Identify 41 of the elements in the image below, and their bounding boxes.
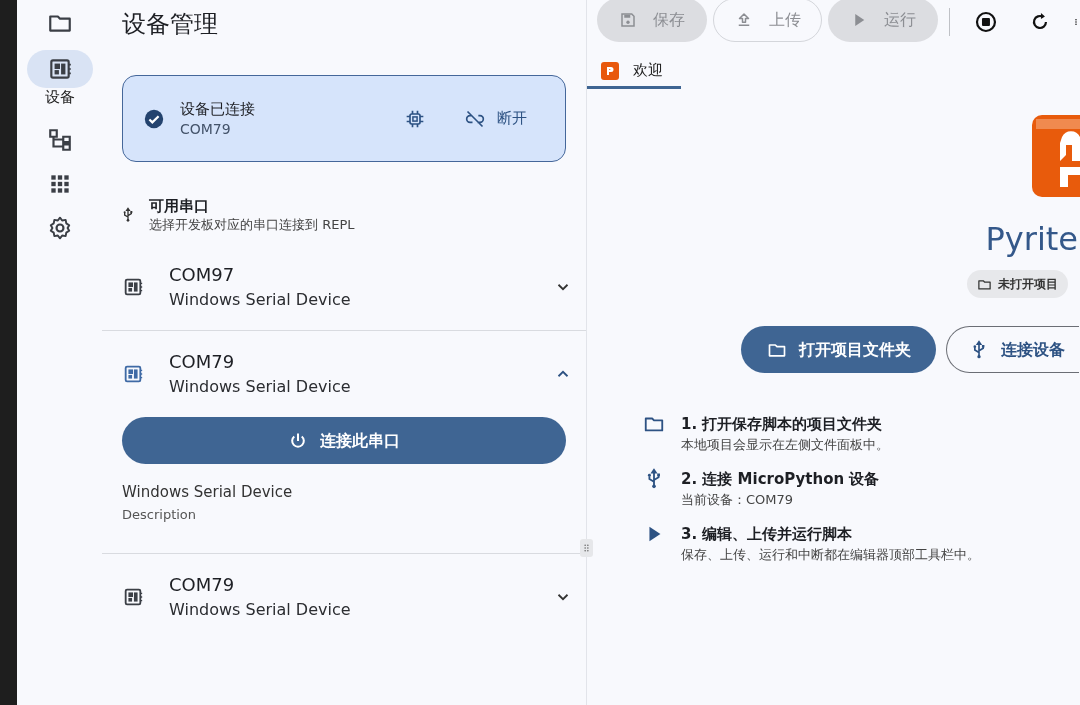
panel-title: 设备管理: [122, 9, 219, 40]
port-row[interactable]: COM79 Windows Serial Device: [102, 554, 586, 640]
port-row[interactable]: COM79 Windows Serial Device: [102, 331, 586, 417]
port-name: COM97: [169, 262, 236, 287]
step-text: 当前设备：COM79: [681, 491, 795, 509]
step-title: 3. 编辑、上传并运行脚本: [681, 524, 854, 545]
step-title: 1. 打开保存脚本的项目文件夹: [681, 414, 884, 435]
chip-board-icon: [122, 276, 144, 298]
check-circle-icon: [143, 107, 165, 130]
editor-tab[interactable]: 欢迎: [587, 55, 681, 89]
status-title: 设备已连接: [180, 98, 256, 119]
port-row[interactable]: COM97 Windows Serial Device: [102, 244, 586, 330]
section-title: 可用串口: [149, 196, 210, 216]
connect-port-button[interactable]: 连接此串口: [122, 417, 566, 464]
chip-icon: [405, 108, 425, 129]
save-icon: [618, 11, 637, 29]
chip-board-icon: [122, 586, 144, 608]
chip-board-icon: [122, 363, 144, 385]
app-name: Pyrite: [985, 220, 1078, 258]
hierarchy-icon: [46, 126, 73, 153]
port-name: COM79: [169, 572, 236, 597]
unlink-icon: [465, 108, 485, 129]
app-logo-icon: [601, 61, 619, 80]
open-folder-button[interactable]: 打开项目文件夹: [741, 326, 936, 373]
nav-label: 设备: [44, 87, 75, 108]
port-name: COM79: [169, 349, 236, 374]
disconnect-button[interactable]: 断开: [455, 100, 537, 137]
nav-button[interactable]: [26, 50, 93, 88]
section-subtitle: 选择开发板对应的串口连接到 REPL: [149, 216, 355, 234]
port-description: Windows Serial Device: [169, 375, 352, 398]
step-text: 保存、上传、运行和中断都在编辑器顶部工具栏中。: [681, 546, 980, 564]
stop-icon[interactable]: [974, 10, 999, 34]
step-text: 本地项目会显示在左侧文件面板中。: [681, 436, 889, 454]
detail-caption: Description: [122, 506, 198, 524]
port-name: COM79: [180, 119, 232, 139]
port-description: Windows Serial Device: [169, 288, 352, 311]
step-title: 2. 连接 MicroPython 设备: [681, 469, 880, 490]
project-status-chip: 未打开项目: [967, 270, 1068, 298]
port-description: Windows Serial Device: [169, 598, 352, 621]
app-logo-icon: [1032, 115, 1080, 197]
detail-text: Windows Serial Device: [122, 482, 294, 503]
